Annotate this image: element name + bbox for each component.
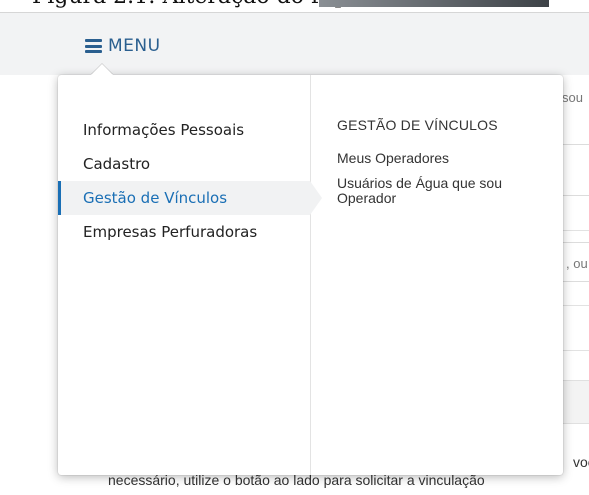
screenshot: Figura 2.1: Alteração do representante. … bbox=[0, 0, 589, 495]
submenu-panel: GESTÃO DE VÍNCULOS Meus Operadores Usuár… bbox=[337, 113, 557, 216]
background-text-voc: voc bbox=[573, 454, 589, 470]
menu-button[interactable]: MENU bbox=[85, 33, 161, 59]
active-pointer-icon bbox=[310, 181, 322, 215]
background-text-sou: sou bbox=[562, 90, 583, 105]
menu-dropdown: Informações Pessoais Cadastro Gestão de … bbox=[58, 75, 563, 475]
menu-item-empresas-perfuradoras[interactable]: Empresas Perfuradoras bbox=[58, 215, 310, 249]
menu-item-gestao-de-vinculos[interactable]: Gestão de Vínculos bbox=[58, 181, 322, 215]
background-text-ou: , ou bbox=[566, 256, 588, 271]
menu-item-label: Empresas Perfuradoras bbox=[83, 223, 258, 241]
hamburger-icon bbox=[85, 39, 102, 53]
menu-item-label: Informações Pessoais bbox=[83, 121, 245, 139]
dropdown-caret bbox=[91, 64, 113, 75]
menu-label: MENU bbox=[108, 36, 161, 56]
caption-image-edge bbox=[319, 0, 549, 7]
menu-item-label: Gestão de Vínculos bbox=[83, 189, 228, 207]
menu-item-informacoes-pessoais[interactable]: Informações Pessoais bbox=[58, 113, 310, 147]
submenu-item-usuarios-de-agua[interactable]: Usuários de Água que sou Operador bbox=[337, 176, 552, 206]
menu-item-cadastro[interactable]: Cadastro bbox=[58, 147, 310, 181]
menu-item-label: Cadastro bbox=[83, 155, 151, 173]
submenu-title: GESTÃO DE VÍNCULOS bbox=[337, 117, 498, 133]
left-menu: Informações Pessoais Cadastro Gestão de … bbox=[58, 113, 322, 249]
submenu-item-meus-operadores[interactable]: Meus Operadores bbox=[337, 151, 552, 166]
column-divider bbox=[310, 75, 311, 475]
